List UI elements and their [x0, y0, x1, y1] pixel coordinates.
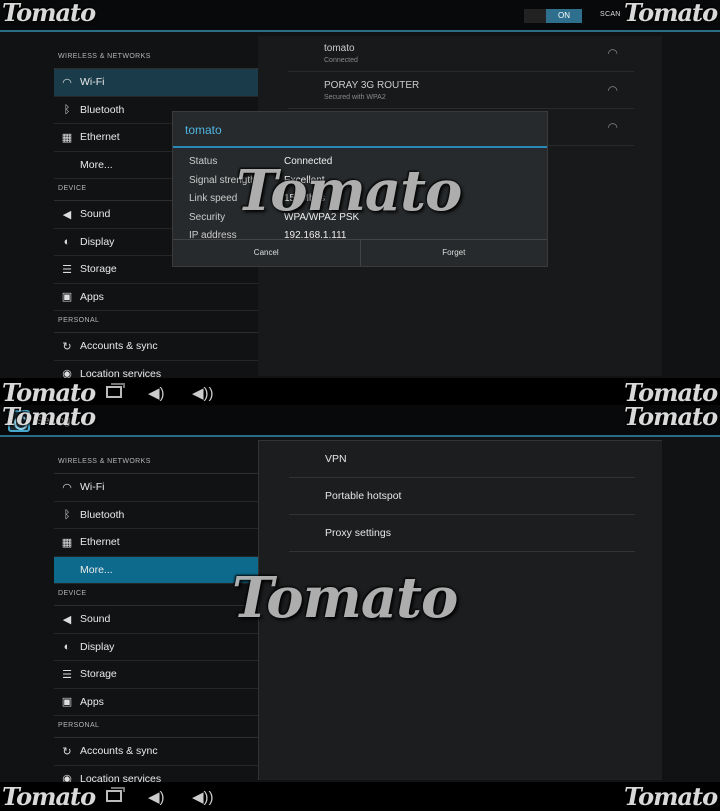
sidebar-item-ethernet[interactable]: ▦ Ethernet — [54, 529, 258, 557]
option-portable-hotspot[interactable]: Portable hotspot — [289, 478, 635, 515]
dialog-buttons: Cancel Forget — [173, 239, 547, 266]
sidebar-item-label: More... — [80, 563, 113, 576]
sound-icon: ◀ — [62, 613, 72, 626]
settings-sidebar: WIRELESS & NETWORKS ◠ Wi-Fi ᛒ Bluetooth … — [54, 452, 258, 793]
sidebar-item-label: Storage — [80, 263, 117, 276]
sidebar-item-label: Ethernet — [80, 536, 120, 549]
sidebar-item-label: Ethernet — [80, 131, 120, 144]
ethernet-icon: ▦ — [61, 131, 73, 144]
network-name: tomato — [324, 43, 355, 54]
bluetooth-icon: ᛒ — [63, 508, 71, 521]
storage-icon: ☰ — [62, 263, 72, 276]
sidebar-item-label: More... — [80, 158, 113, 171]
scan-button[interactable]: SCAN — [600, 11, 621, 18]
sidebar-item-more[interactable]: More... — [54, 556, 258, 584]
wifi-lock-icon: ◠ — [607, 83, 618, 97]
volume-up-icon[interactable]: ◀)) — [192, 788, 214, 806]
apps-icon: ▣ — [61, 291, 73, 304]
detail-key: Link speed — [189, 193, 238, 204]
section-header-personal: PERSONAL — [54, 311, 258, 333]
wifi-settings-screen: ON SCAN WIRELESS & NETWORKS ◠ Wi-Fi ᛒ Bl… — [0, 0, 720, 405]
section-header-device: DEVICE — [54, 584, 258, 606]
sidebar-item-apps[interactable]: ▣ Apps — [54, 689, 258, 716]
detail-key: Status — [189, 156, 218, 167]
sidebar-item-label: Bluetooth — [80, 103, 125, 116]
watermark-text: Tomato — [624, 402, 718, 431]
watermark-text: Tomato — [2, 402, 96, 431]
detail-key: Security — [189, 211, 226, 223]
more-settings-screen: Settings WIRELESS & NETWORKS ◠ Wi-Fi ᛒ B… — [0, 405, 720, 810]
network-status: Connected — [324, 57, 358, 64]
sidebar-item-label: Wi-Fi — [80, 481, 105, 494]
section-header-wireless: WIRELESS & NETWORKS — [54, 452, 258, 474]
sync-icon: ↻ — [62, 340, 72, 353]
system-bar: ◀) ◀)) — [0, 378, 720, 405]
volume-down-icon[interactable]: ◀) — [148, 788, 165, 806]
sidebar-item-label: Wi-Fi — [80, 76, 105, 89]
option-label: VPN — [325, 453, 347, 465]
watermark-text: Tomato — [2, 782, 96, 811]
toggle-on-label: ON — [546, 9, 582, 23]
sidebar-item-apps[interactable]: ▣ Apps — [54, 284, 258, 311]
sidebar-item-label: Storage — [80, 668, 117, 681]
sidebar-item-label: Apps — [80, 290, 104, 303]
sidebar-item-accounts[interactable]: ↻ Accounts & sync — [54, 738, 258, 766]
network-item[interactable]: tomato Connected ◠ — [288, 36, 634, 72]
sidebar-item-label: Display — [80, 235, 115, 248]
watermark-text: Tomato — [624, 782, 718, 811]
sidebar-item-label: Apps — [80, 695, 104, 708]
cancel-button[interactable]: Cancel — [173, 240, 360, 266]
system-bar: ◀) ◀)) — [0, 782, 720, 810]
sidebar-item-wifi[interactable]: ◠ Wi-Fi — [54, 474, 258, 502]
forget-button[interactable]: Forget — [359, 240, 548, 266]
ethernet-icon: ▦ — [61, 536, 73, 549]
option-label: Proxy settings — [325, 527, 391, 539]
sound-icon: ◀ — [62, 208, 72, 221]
storage-icon: ☰ — [62, 668, 72, 681]
wifi-icon: ◠ — [62, 76, 72, 89]
option-vpn[interactable]: VPN — [289, 441, 635, 478]
network-status: Secured with WPA2 — [324, 94, 386, 101]
volume-up-icon[interactable]: ◀)) — [192, 384, 214, 402]
sidebar-item-label: Accounts & sync — [80, 340, 158, 353]
option-label: Portable hotspot — [325, 490, 402, 502]
wifi-icon: ◠ — [62, 481, 72, 494]
sidebar-item-wifi[interactable]: ◠ Wi-Fi — [54, 69, 258, 97]
sidebar-item-label: Sound — [80, 613, 111, 626]
wifi-signal-icon: ◠ — [607, 46, 618, 60]
display-icon: ◐ — [63, 235, 71, 248]
watermark-text: Tomato — [232, 565, 458, 631]
sidebar-item-label: Display — [80, 640, 115, 653]
wifi-toggle[interactable]: ON — [524, 9, 582, 23]
section-header-personal: PERSONAL — [54, 716, 258, 738]
dialog-title: tomato — [173, 112, 547, 148]
recent-apps-icon[interactable] — [106, 787, 125, 802]
section-header-wireless: WIRELESS & NETWORKS — [54, 47, 258, 69]
option-proxy-settings[interactable]: Proxy settings — [289, 515, 635, 552]
action-bar: ON SCAN — [0, 0, 720, 32]
watermark-text: Tomato — [236, 158, 462, 224]
recent-apps-icon[interactable] — [106, 383, 125, 398]
volume-down-icon[interactable]: ◀) — [148, 384, 165, 402]
action-bar: Settings — [0, 405, 720, 437]
network-item[interactable]: PORAY 3G ROUTER Secured with WPA2 ◠ — [288, 73, 634, 109]
sync-icon: ↻ — [62, 745, 72, 758]
sidebar-item-label: Accounts & sync — [80, 745, 158, 758]
watermark-text: Tomato — [624, 0, 718, 27]
watermark-text: Tomato — [2, 0, 96, 27]
sidebar-item-label: Sound — [80, 208, 111, 221]
sidebar-item-bluetooth[interactable]: ᛒ Bluetooth — [54, 502, 258, 529]
apps-icon: ▣ — [61, 696, 73, 709]
sidebar-item-label: Bluetooth — [80, 508, 125, 521]
network-name: PORAY 3G ROUTER — [324, 80, 420, 91]
sidebar-item-sound[interactable]: ◀ Sound — [54, 606, 258, 634]
sidebar-item-display[interactable]: ◐ Display — [54, 634, 258, 661]
bluetooth-icon: ᛒ — [63, 103, 71, 116]
display-icon: ◐ — [63, 640, 71, 653]
sidebar-item-storage[interactable]: ☰ Storage — [54, 661, 258, 689]
wifi-lock-icon: ◠ — [607, 120, 618, 134]
sidebar-item-accounts[interactable]: ↻ Accounts & sync — [54, 333, 258, 361]
